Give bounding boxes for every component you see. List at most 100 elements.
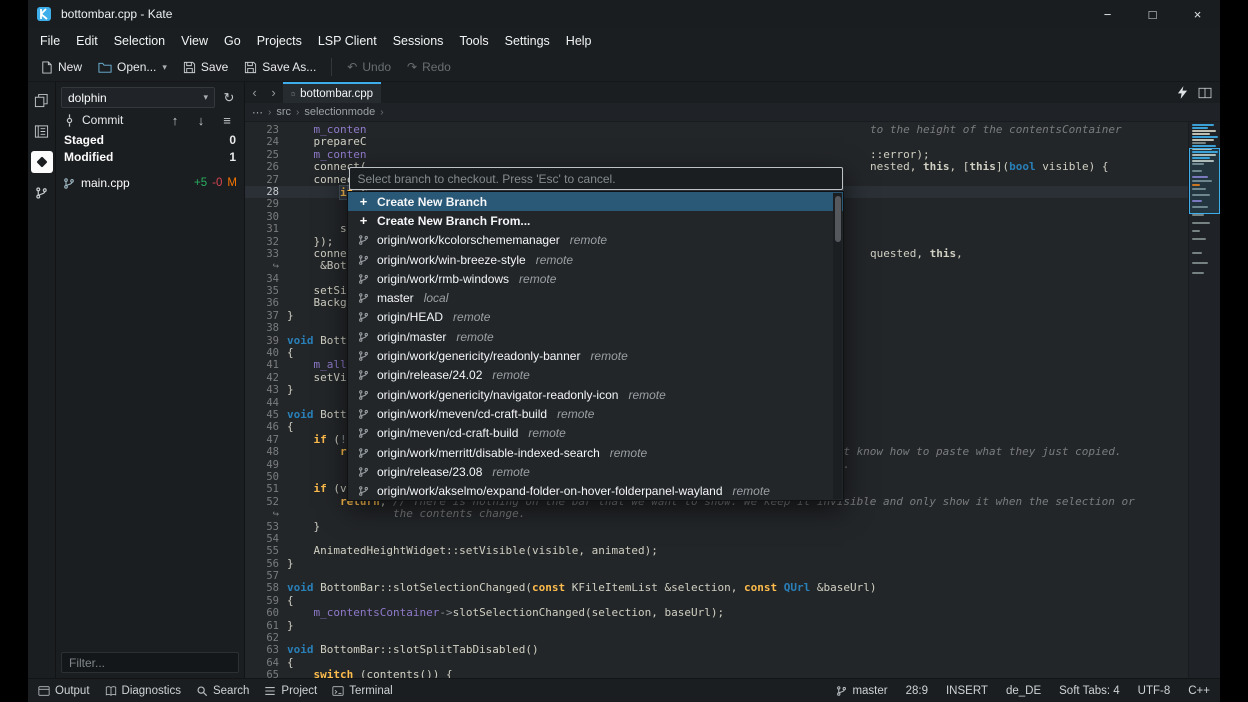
statusbar-project-button[interactable]: Project [264,685,317,697]
branch-search-input[interactable] [349,167,843,190]
modified-file-row[interactable]: main.cpp +5 -0 M [56,173,244,193]
status-encoding[interactable]: UTF-8 [1138,685,1171,697]
redo-button[interactable]: ↷ Redo [400,57,458,77]
branch-kind: remote [590,349,627,363]
undo-button[interactable]: ↶ Undo [340,57,398,77]
branch-item[interactable]: +Create New Branch From... [348,211,843,230]
split-view-icon[interactable] [1198,87,1212,99]
status-git-branch[interactable]: master [836,685,887,697]
branch-item[interactable]: origin/work/genericity/navigator-readonl… [348,385,843,404]
scrollbar-thumb[interactable] [835,196,841,242]
wrap-marker: ↪ [245,508,287,520]
filter-input[interactable] [61,652,239,673]
status-input-mode[interactable]: INSERT [946,685,988,697]
code-row: 65 switch (contents()) { [245,669,1188,678]
branch-item[interactable]: origin/HEADremote [348,308,843,327]
statusbar-diagnostics-button[interactable]: Diagnostics [105,685,181,697]
menu-sessions[interactable]: Sessions [385,31,452,51]
commit-button[interactable]: Commit [82,113,123,127]
menu-tools[interactable]: Tools [451,31,496,51]
project-selector[interactable]: dolphin ▾ [61,87,215,108]
status-syntax[interactable]: C++ [1188,685,1210,697]
status-dictionary[interactable]: de_DE [1006,685,1041,697]
status-cursor-position[interactable]: 28:9 [906,685,928,697]
breadcrumb-item-selectionmode[interactable]: selectionmode [304,106,375,118]
open-dropdown-caret[interactable]: ▾ [162,62,167,73]
statusbar-search-button[interactable]: Search [196,685,249,697]
branch-list-scrollbar[interactable] [833,193,842,499]
breadcrumb-more[interactable]: ⋯ [252,106,263,119]
save-button[interactable]: Save [176,57,235,77]
staged-row[interactable]: Staged 0 [56,131,244,148]
line-number: 57 [245,570,287,582]
minimap-viewport[interactable] [1189,148,1220,214]
save-icon [183,61,196,74]
line-number: 44 [245,397,287,409]
menu-help[interactable]: Help [558,31,600,51]
branch-item[interactable]: +Create New Branch [348,192,843,211]
menu-settings[interactable]: Settings [497,31,558,51]
branch-label: origin/release/23.08 [377,465,482,479]
branch-item[interactable]: origin/work/win-breeze-styleremote [348,250,843,269]
line-number: 30 [245,211,287,223]
line-number: 37 [245,310,287,322]
branch-item[interactable]: origin/masterremote [348,327,843,346]
refresh-button[interactable]: ↻ [219,88,239,108]
git-branch-icon [357,234,370,246]
modified-row[interactable]: Modified 1 [56,148,244,165]
branch-item[interactable]: origin/release/23.08remote [348,462,843,481]
lsp-bolt-icon[interactable] [1177,86,1188,99]
status-tab-mode[interactable]: Soft Tabs: 4 [1059,685,1120,697]
line-number: 28 [245,186,287,198]
line-number: 61 [245,620,287,632]
menu-projects[interactable]: Projects [249,31,310,51]
line-number: 35 [245,285,287,297]
branch-kind: remote [628,388,665,402]
branch-item[interactable]: origin/work/rmb-windowsremote [348,269,843,288]
git-branch-icon [357,273,370,285]
project-name: dolphin [68,91,107,105]
kate-window: bottombar.cpp - Kate − □ × FileEditSelec… [28,0,1220,702]
breadcrumb-item-src[interactable]: src [276,106,291,118]
menu-selection[interactable]: Selection [106,31,173,51]
branches-toolview-button[interactable] [31,182,53,204]
statusbar-output-button[interactable]: Output [38,685,90,697]
branch-item[interactable]: origin/meven/cd-craft-buildremote [348,424,843,443]
back-button[interactable]: ‹ [245,82,264,103]
tab-bottombar-cpp[interactable]: bottombar.cpp [283,82,381,103]
menu-edit[interactable]: Edit [68,31,106,51]
menu-go[interactable]: Go [216,31,249,51]
branch-item[interactable]: origin/work/merritt/disable-indexed-sear… [348,443,843,462]
new-button[interactable]: New [33,57,89,77]
forward-button[interactable]: › [264,82,283,103]
git-toolview-button[interactable] [31,151,53,173]
git-branch-icon [357,369,370,381]
minimap[interactable] [1188,122,1220,678]
menu-view[interactable]: View [173,31,216,51]
branch-item[interactable]: origin/work/akselmo/expand-folder-on-hov… [348,481,843,500]
statusbar-terminal-button[interactable]: Terminal [332,685,392,697]
maximize-button[interactable]: □ [1130,0,1175,28]
branch-item[interactable]: origin/work/genericity/readonly-bannerre… [348,346,843,365]
close-button[interactable]: × [1175,0,1220,28]
line-number: 55 [245,545,287,557]
git-menu-button[interactable]: ≡ [217,110,237,130]
branch-item[interactable]: masterlocal [348,288,843,307]
filesystem-toolview-button[interactable] [31,120,53,142]
save-as-button[interactable]: Save As... [237,57,323,77]
branch-kind: remote [456,330,493,344]
breadcrumb[interactable]: ⋯›src›selectionmode› [245,103,1220,122]
minimize-button[interactable]: − [1085,0,1130,28]
menu-lsp-client[interactable]: LSP Client [310,31,385,51]
pull-button[interactable]: ↓ [191,110,211,130]
branch-item[interactable]: origin/work/meven/cd-craft-buildremote [348,404,843,423]
menu-file[interactable]: File [32,31,68,51]
branch-label: origin/work/kcolorschememanager [377,233,560,247]
open-button[interactable]: Open... ▾ [91,57,174,77]
push-button[interactable]: ↑ [165,110,185,130]
branch-item[interactable]: origin/work/kcolorschememanagerremote [348,231,843,250]
line-number: 40 [245,347,287,359]
documents-toolview-button[interactable] [31,89,53,111]
branch-item[interactable]: origin/release/24.02remote [348,366,843,385]
toolbar-separator [331,58,332,76]
